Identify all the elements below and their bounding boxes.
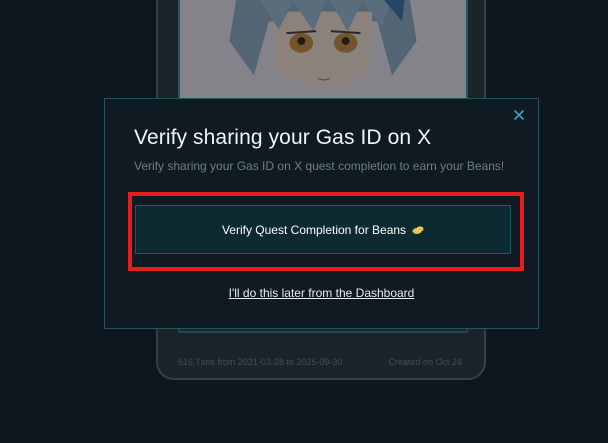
- page: 516 Txns from 2021-03-28 to 2025-09-30 C…: [0, 0, 608, 443]
- verify-quest-button[interactable]: Verify Quest Completion for Beans: [135, 205, 511, 254]
- close-icon-glyph: [514, 110, 524, 120]
- close-icon[interactable]: [512, 108, 526, 122]
- beans-icon: [412, 226, 424, 234]
- verify-quest-button-label: Verify Quest Completion for Beans: [221, 222, 407, 237]
- modal-title: Verify sharing your Gas ID on X: [134, 126, 432, 149]
- modal-subtitle: Verify sharing your Gas ID on X quest co…: [134, 159, 505, 173]
- verify-sharing-modal: Verify sharing your Gas ID on X Verify s…: [104, 98, 539, 329]
- do-later-link[interactable]: I'll do this later from the Dashboard: [105, 286, 538, 300]
